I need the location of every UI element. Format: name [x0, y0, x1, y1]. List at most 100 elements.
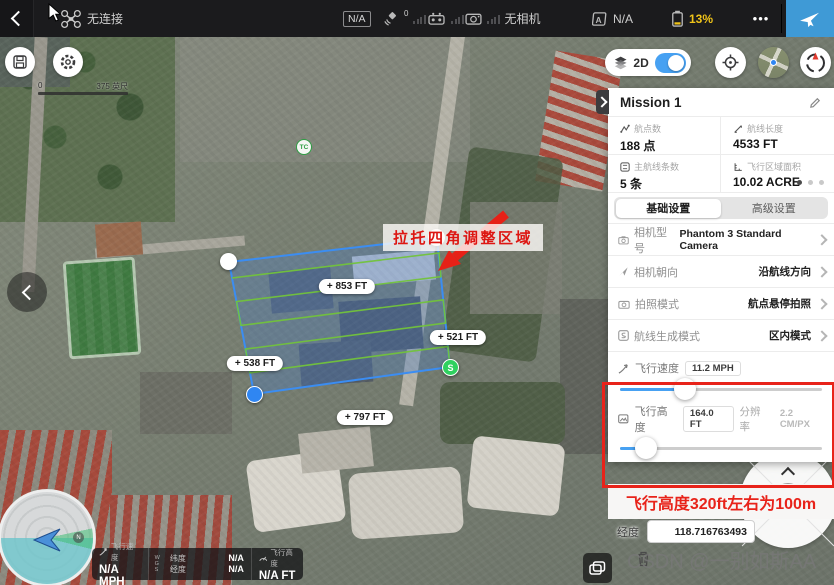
setting-route-mode[interactable]: 航线生成模式 区内模式: [608, 319, 834, 351]
telemetry-lon-label: 经度: [170, 564, 186, 575]
corner-handle-bottom-left[interactable]: [246, 386, 263, 403]
scale-bar: [38, 92, 128, 95]
stat-route-length: 航线长度 4533 FT: [721, 117, 834, 155]
toggle-knob: [668, 55, 684, 71]
speed-slider[interactable]: [620, 388, 822, 391]
drone-icon: [60, 9, 82, 29]
app-screen: + 853 FT + 521 FT + 538 FT + 797 FT S TC…: [0, 0, 834, 585]
settings-tabs: 基础设置 高级设置: [614, 197, 828, 219]
chevron-right-icon: [816, 330, 827, 341]
altitude-slider-label: 飞行高度: [635, 403, 677, 435]
left-drawer-handle[interactable]: [7, 272, 47, 312]
checklist-status-group: A N/A: [592, 0, 633, 37]
altitude-slider[interactable]: [620, 447, 822, 450]
csdn-watermark: CSDN @一别如斯AA: [627, 545, 816, 574]
satellite-icon: [382, 11, 399, 27]
chevron-right-icon: [596, 96, 607, 107]
setting-camera-heading[interactable]: 相机朝向 沿航线方向: [608, 255, 834, 287]
gps-status-group: 0: [382, 0, 426, 37]
gear-icon: [59, 53, 77, 71]
tc-map-marker[interactable]: TC: [296, 139, 312, 155]
edge-length-right[interactable]: + 521 FT: [430, 330, 486, 345]
more-menu-button[interactable]: •••: [742, 0, 780, 37]
minimap-button[interactable]: [758, 47, 789, 78]
signal-bars: [451, 14, 464, 24]
chevron-right-icon: [816, 266, 827, 277]
mouse-cursor: [48, 3, 61, 22]
frames-icon: [589, 561, 606, 576]
camera-icon: [465, 12, 482, 25]
speed-slider-label: 飞行速度: [635, 360, 679, 376]
dpad-up-button[interactable]: [783, 466, 793, 484]
chevron-right-icon: [816, 298, 827, 309]
edge-length-left[interactable]: + 538 FT: [227, 356, 283, 371]
airplane-icon: [799, 10, 821, 28]
locate-button[interactable]: [715, 47, 746, 78]
altitude-note-banner: 飞行高度320ft左右为100m: [608, 484, 834, 519]
panel-collapse-handle[interactable]: [596, 90, 609, 114]
camera-connection-status: 无相机: [505, 10, 541, 27]
slider-section: 飞行速度 11.2 MPH 飞行高度 164.0 FT 分辨率 2.2 CM/P…: [608, 351, 834, 462]
altitude-slider-thumb[interactable]: [635, 437, 657, 459]
edit-pencil-icon[interactable]: [809, 96, 822, 109]
minimap-position-dot: [770, 59, 777, 66]
telemetry-speed-label: 飞行速度: [111, 541, 141, 563]
camera-icon: [618, 299, 630, 309]
map-snapshot-button[interactable]: [583, 553, 612, 583]
topbar-divider: [781, 4, 782, 33]
compass-reset-button[interactable]: [800, 47, 831, 78]
wgs-label: WGS: [148, 548, 163, 580]
speed-slider-thumb[interactable]: [674, 378, 696, 400]
battery-status-group: 13%: [671, 0, 713, 37]
resolution-value: 2.2 CM/PX: [780, 408, 824, 430]
ruler-area-icon: [733, 162, 743, 172]
resolution-label: 分辨率: [740, 404, 770, 434]
compass-icon: [803, 50, 828, 75]
s-mode-icon: [618, 330, 629, 341]
stats-page-dots[interactable]: [797, 180, 824, 185]
waypoints-icon: [620, 124, 630, 134]
aircraft-status-group: 无连接: [60, 0, 123, 37]
setting-photo-mode[interactable]: 拍照模式 航点悬停拍照: [608, 287, 834, 319]
battery-percent: 13%: [689, 12, 713, 26]
tab-advanced-settings[interactable]: 高级设置: [721, 199, 827, 218]
mission-panel: Mission 1 航点数 188 点: [608, 88, 834, 462]
checklist-icon: A: [592, 11, 608, 27]
telemetry-lat-value: N/A: [228, 553, 244, 564]
map-settings-button[interactable]: [53, 47, 83, 77]
longitude-input[interactable]: [647, 520, 755, 543]
telemetry-alt-label: 飞行高度: [270, 547, 296, 569]
start-point-marker[interactable]: S: [442, 359, 459, 376]
tab-basic-settings[interactable]: 基础设置: [616, 199, 722, 218]
back-button[interactable]: [0, 0, 34, 37]
battery-icon: [671, 10, 684, 27]
scale-end-label: 375 英尺: [96, 81, 128, 92]
map-mode-control[interactable]: 2D: [605, 49, 691, 76]
corner-handle-top-left[interactable]: [220, 253, 237, 270]
edge-length-top[interactable]: + 853 FT: [319, 279, 375, 294]
telemetry-altitude: 飞行高度 N/A FT: [251, 548, 303, 580]
altitude-value: 164.0 FT: [683, 406, 734, 432]
telemetry-coords: 纬度N/A 经度N/A: [163, 548, 251, 580]
annotation-callout: 拉托四角调整区域: [383, 224, 543, 251]
stat-mainline-count: 主航线条数 5 条: [608, 155, 721, 193]
chevron-left-icon: [21, 284, 37, 300]
checklist-status: N/A: [613, 12, 633, 26]
longitude-label: 经度: [617, 524, 639, 540]
svg-text:A: A: [596, 14, 602, 24]
telemetry-speed: 飞行速度 N/A MPH: [92, 548, 148, 580]
edge-length-bottom[interactable]: + 797 FT: [337, 410, 393, 425]
altitude-icon: [259, 554, 268, 562]
save-mission-button[interactable]: [5, 47, 35, 77]
signal-bars: [487, 14, 500, 24]
2d-toggle[interactable]: [655, 53, 686, 73]
route-length-icon: [733, 124, 743, 134]
setting-camera-model[interactable]: 相机型号 Phantom 3 Standard Camera: [608, 223, 834, 255]
mission-title: Mission 1: [620, 95, 682, 110]
map-scale: 0 375 英尺: [38, 81, 128, 95]
stat-area: 飞行区域面积 10.02 ACRE: [721, 155, 834, 193]
aircraft-heading-icon: [32, 527, 62, 553]
takeoff-button[interactable]: [786, 0, 834, 37]
top-status-bar: 无连接 N/A 0: [0, 0, 834, 37]
chevron-left-icon: [11, 11, 27, 27]
